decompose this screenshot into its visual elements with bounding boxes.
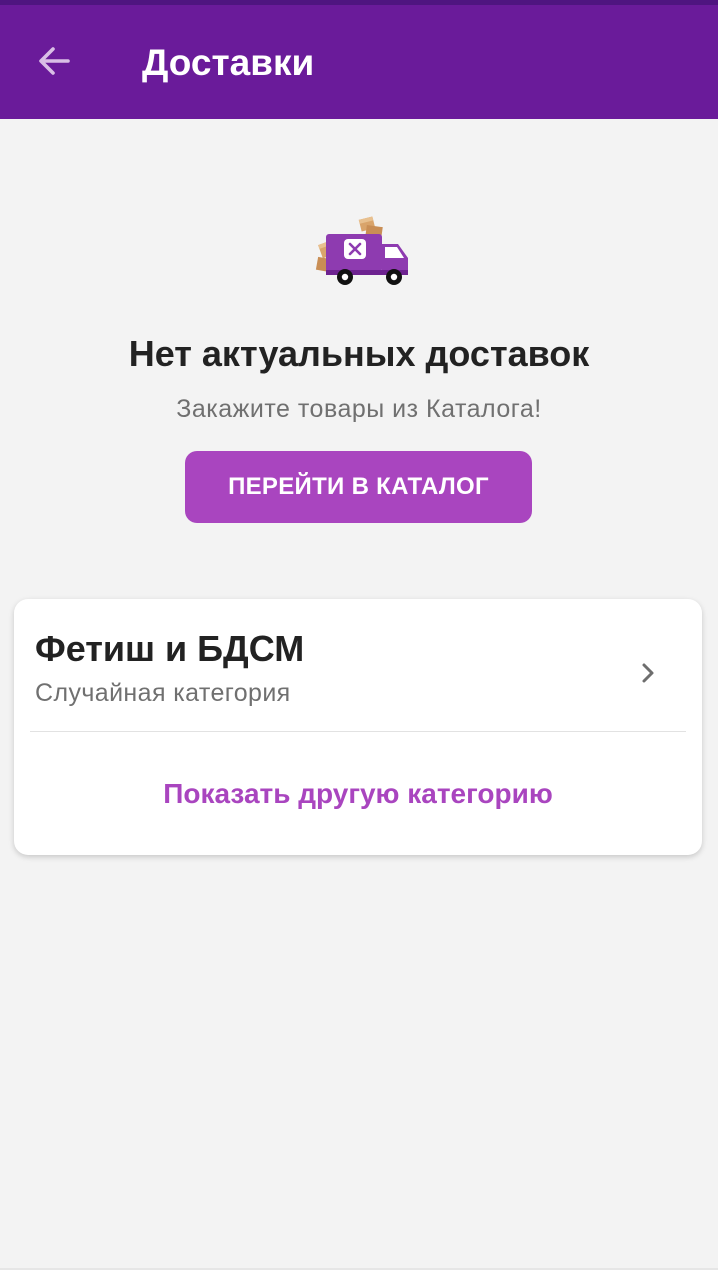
- empty-state-title: Нет актуальных доставок: [128, 333, 590, 374]
- chevron-right-icon: [642, 663, 654, 683]
- empty-state-subtitle: Закажите товары из Каталога!: [176, 395, 542, 423]
- delivery-truck-icon: [314, 214, 410, 290]
- random-category-card: Фетиш и БДСМ Случайная категория Показат…: [14, 599, 702, 855]
- page-title: Доставки: [142, 42, 315, 83]
- category-subtitle: Случайная категория: [35, 679, 291, 707]
- category-row[interactable]: Фетиш и БДСМ Случайная категория: [14, 599, 702, 732]
- show-another-category-button[interactable]: Показать другую категорию: [14, 732, 702, 855]
- category-title: Фетиш и БДСМ: [35, 628, 305, 669]
- back-button[interactable]: [22, 29, 86, 93]
- app-bar: Доставки: [0, 5, 718, 119]
- go-to-catalog-button[interactable]: ПЕРЕЙТИ В КАТАЛОГ: [185, 451, 532, 523]
- arrow-left-icon: [39, 47, 70, 75]
